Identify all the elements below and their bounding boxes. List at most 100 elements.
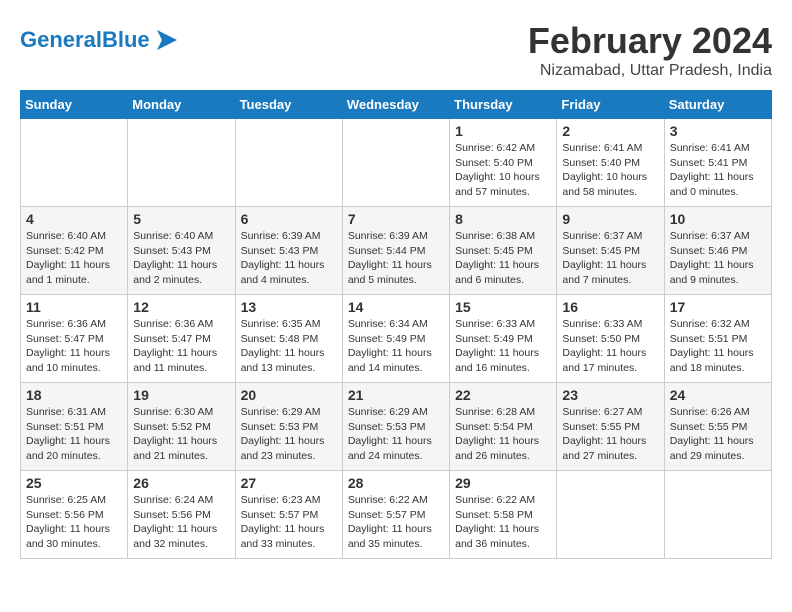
page-header: GeneralBlue February 2024 Nizamabad, Utt…: [20, 20, 772, 80]
calendar-cell: 29Sunrise: 6:22 AM Sunset: 5:58 PM Dayli…: [450, 471, 557, 559]
day-number: 23: [562, 387, 658, 403]
day-info: Sunrise: 6:41 AM Sunset: 5:40 PM Dayligh…: [562, 141, 658, 200]
day-number: 20: [241, 387, 337, 403]
header-tuesday: Tuesday: [235, 91, 342, 119]
logo-text: GeneralBlue: [20, 27, 150, 53]
day-number: 26: [133, 475, 229, 491]
day-info: Sunrise: 6:33 AM Sunset: 5:49 PM Dayligh…: [455, 317, 551, 376]
header-wednesday: Wednesday: [342, 91, 449, 119]
calendar-week-2: 4 Sunrise: 6:40 AM Sunset: 5:42 PM Daylig…: [21, 207, 772, 295]
day-info: Sunrise: 6:31 AM Sunset: 5:51 PM Dayligh…: [26, 405, 122, 464]
calendar-week-3: 11 Sunrise: 6:36 AM Sunset: 5:47 PM Dayli…: [21, 295, 772, 383]
calendar-cell: 6 Sunrise: 6:39 AM Sunset: 5:43 PM Daylig…: [235, 207, 342, 295]
calendar-cell: 13 Sunrise: 6:35 AM Sunset: 5:48 PM Dayli…: [235, 295, 342, 383]
day-info: Sunrise: 6:22 AM Sunset: 5:57 PM Dayligh…: [348, 493, 444, 552]
logo-icon: [152, 25, 182, 55]
day-number: 29: [455, 475, 551, 491]
calendar-cell: 20 Sunrise: 6:29 AM Sunset: 5:53 PM Dayli…: [235, 383, 342, 471]
day-number: 18: [26, 387, 122, 403]
calendar-cell: 27 Sunrise: 6:23 AM Sunset: 5:57 PM Dayli…: [235, 471, 342, 559]
calendar-cell: 16 Sunrise: 6:33 AM Sunset: 5:50 PM Dayli…: [557, 295, 664, 383]
day-number: 15: [455, 299, 551, 315]
calendar-cell: 25Sunrise: 6:25 AM Sunset: 5:56 PM Dayli…: [21, 471, 128, 559]
calendar-cell: 11 Sunrise: 6:36 AM Sunset: 5:47 PM Dayli…: [21, 295, 128, 383]
calendar-cell: 7 Sunrise: 6:39 AM Sunset: 5:44 PM Daylig…: [342, 207, 449, 295]
day-info: Sunrise: 6:26 AM Sunset: 5:55 PM Dayligh…: [670, 405, 766, 464]
day-info: Sunrise: 6:23 AM Sunset: 5:57 PM Dayligh…: [241, 493, 337, 552]
day-number: 25: [26, 475, 122, 491]
calendar-cell: 10 Sunrise: 6:37 AM Sunset: 5:46 PM Dayli…: [664, 207, 771, 295]
header-monday: Monday: [128, 91, 235, 119]
calendar-cell: 9 Sunrise: 6:37 AM Sunset: 5:45 PM Daylig…: [557, 207, 664, 295]
calendar-week-5: 25Sunrise: 6:25 AM Sunset: 5:56 PM Dayli…: [21, 471, 772, 559]
calendar-cell: 28 Sunrise: 6:22 AM Sunset: 5:57 PM Dayli…: [342, 471, 449, 559]
day-number: 13: [241, 299, 337, 315]
calendar-cell: 15 Sunrise: 6:33 AM Sunset: 5:49 PM Dayli…: [450, 295, 557, 383]
day-info: Sunrise: 6:28 AM Sunset: 5:54 PM Dayligh…: [455, 405, 551, 464]
calendar-cell: 18 Sunrise: 6:31 AM Sunset: 5:51 PM Dayli…: [21, 383, 128, 471]
calendar-table: SundayMondayTuesdayWednesdayThursdayFrid…: [20, 90, 772, 559]
day-info: Sunrise: 6:36 AM Sunset: 5:47 PM Dayligh…: [133, 317, 229, 376]
day-info: Sunrise: 6:39 AM Sunset: 5:44 PM Dayligh…: [348, 229, 444, 288]
logo: GeneralBlue: [20, 25, 182, 55]
calendar-cell: [664, 471, 771, 559]
day-number: 14: [348, 299, 444, 315]
calendar-cell: [235, 119, 342, 207]
day-info: Sunrise: 6:37 AM Sunset: 5:45 PM Dayligh…: [562, 229, 658, 288]
day-info: Sunrise: 6:32 AM Sunset: 5:51 PM Dayligh…: [670, 317, 766, 376]
calendar-cell: 22 Sunrise: 6:28 AM Sunset: 5:54 PM Dayli…: [450, 383, 557, 471]
day-info: Sunrise: 6:30 AM Sunset: 5:52 PM Dayligh…: [133, 405, 229, 464]
day-info: Sunrise: 6:39 AM Sunset: 5:43 PM Dayligh…: [241, 229, 337, 288]
day-info: Sunrise: 6:41 AM Sunset: 5:41 PM Dayligh…: [670, 141, 766, 200]
day-number: 24: [670, 387, 766, 403]
day-number: 10: [670, 211, 766, 227]
day-number: 28: [348, 475, 444, 491]
calendar-cell: [128, 119, 235, 207]
calendar-week-4: 18 Sunrise: 6:31 AM Sunset: 5:51 PM Dayli…: [21, 383, 772, 471]
calendar-cell: [342, 119, 449, 207]
calendar-cell: 26Sunrise: 6:24 AM Sunset: 5:56 PM Dayli…: [128, 471, 235, 559]
calendar-week-1: 1Sunrise: 6:42 AM Sunset: 5:40 PM Daylig…: [21, 119, 772, 207]
calendar-cell: [557, 471, 664, 559]
calendar-cell: 5Sunrise: 6:40 AM Sunset: 5:43 PM Daylig…: [128, 207, 235, 295]
header-saturday: Saturday: [664, 91, 771, 119]
day-info: Sunrise: 6:29 AM Sunset: 5:53 PM Dayligh…: [348, 405, 444, 464]
day-info: Sunrise: 6:40 AM Sunset: 5:42 PM Dayligh…: [26, 229, 122, 288]
calendar-cell: 19 Sunrise: 6:30 AM Sunset: 5:52 PM Dayli…: [128, 383, 235, 471]
month-year: February 2024: [528, 20, 772, 62]
calendar-header-row: SundayMondayTuesdayWednesdayThursdayFrid…: [21, 91, 772, 119]
day-number: 6: [241, 211, 337, 227]
day-number: 9: [562, 211, 658, 227]
calendar-cell: 2Sunrise: 6:41 AM Sunset: 5:40 PM Daylig…: [557, 119, 664, 207]
day-number: 21: [348, 387, 444, 403]
calendar-cell: 4 Sunrise: 6:40 AM Sunset: 5:42 PM Daylig…: [21, 207, 128, 295]
day-number: 16: [562, 299, 658, 315]
day-number: 22: [455, 387, 551, 403]
day-number: 7: [348, 211, 444, 227]
day-info: Sunrise: 6:35 AM Sunset: 5:48 PM Dayligh…: [241, 317, 337, 376]
calendar-cell: 23Sunrise: 6:27 AM Sunset: 5:55 PM Dayli…: [557, 383, 664, 471]
header-thursday: Thursday: [450, 91, 557, 119]
calendar-cell: 21 Sunrise: 6:29 AM Sunset: 5:53 PM Dayli…: [342, 383, 449, 471]
calendar-cell: 14 Sunrise: 6:34 AM Sunset: 5:49 PM Dayli…: [342, 295, 449, 383]
calendar-cell: 17 Sunrise: 6:32 AM Sunset: 5:51 PM Dayli…: [664, 295, 771, 383]
day-number: 12: [133, 299, 229, 315]
day-info: Sunrise: 6:36 AM Sunset: 5:47 PM Dayligh…: [26, 317, 122, 376]
day-number: 4: [26, 211, 122, 227]
calendar-cell: 12 Sunrise: 6:36 AM Sunset: 5:47 PM Dayli…: [128, 295, 235, 383]
day-info: Sunrise: 6:33 AM Sunset: 5:50 PM Dayligh…: [562, 317, 658, 376]
header-friday: Friday: [557, 91, 664, 119]
day-info: Sunrise: 6:34 AM Sunset: 5:49 PM Dayligh…: [348, 317, 444, 376]
day-info: Sunrise: 6:29 AM Sunset: 5:53 PM Dayligh…: [241, 405, 337, 464]
day-number: 17: [670, 299, 766, 315]
day-info: Sunrise: 6:40 AM Sunset: 5:43 PM Dayligh…: [133, 229, 229, 288]
day-number: 27: [241, 475, 337, 491]
day-number: 19: [133, 387, 229, 403]
day-info: Sunrise: 6:37 AM Sunset: 5:46 PM Dayligh…: [670, 229, 766, 288]
day-number: 1: [455, 123, 551, 139]
day-number: 11: [26, 299, 122, 315]
day-number: 8: [455, 211, 551, 227]
calendar-cell: [21, 119, 128, 207]
calendar-cell: 24 Sunrise: 6:26 AM Sunset: 5:55 PM Dayli…: [664, 383, 771, 471]
header-sunday: Sunday: [21, 91, 128, 119]
